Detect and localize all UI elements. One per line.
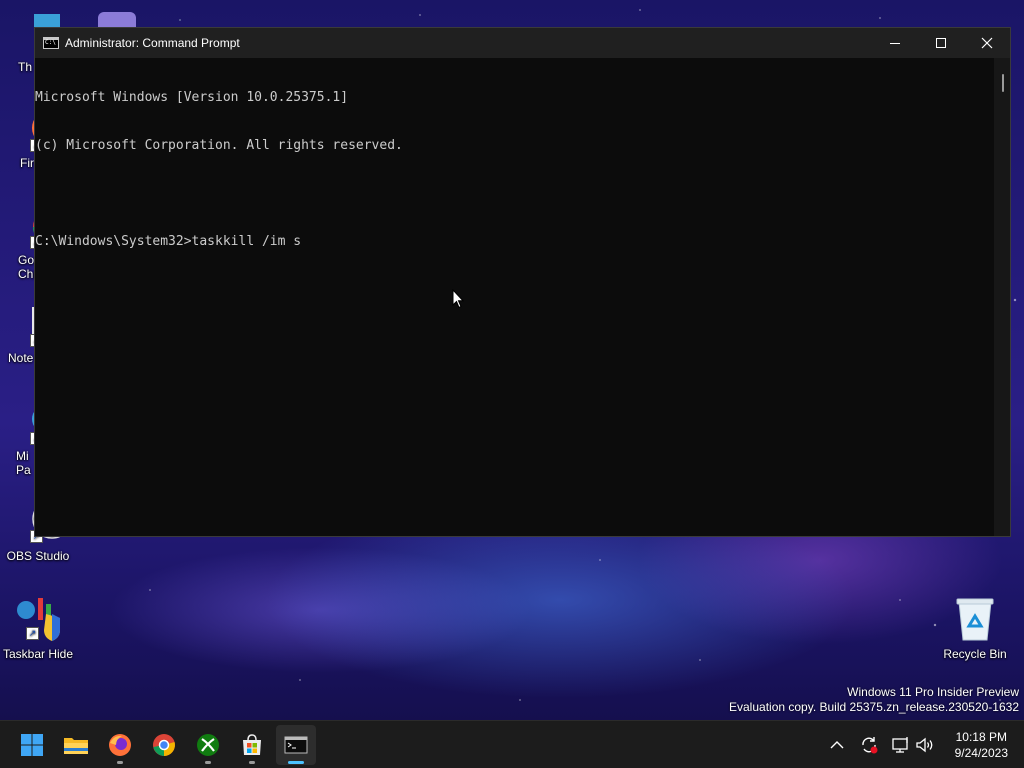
taskbar-xbox[interactable]	[188, 725, 228, 765]
taskbar-clock[interactable]: 10:18 PM 9/24/2023	[955, 729, 1008, 761]
watermark-build: Evaluation copy. Build 25375.zn_release.…	[729, 700, 1019, 714]
desktop-icon-label: Note	[8, 351, 34, 365]
taskbar-file-explorer[interactable]	[56, 725, 96, 765]
minimize-icon	[890, 43, 900, 44]
console-line: Microsoft Windows [Version 10.0.25375.1]	[35, 90, 349, 105]
window-title: Administrator: Command Prompt	[65, 36, 240, 50]
desktop-icon-label: OBS Studio	[6, 549, 70, 563]
clock-time: 10:18 PM	[955, 730, 1007, 744]
running-indicator	[249, 761, 255, 764]
taskbar-command-prompt[interactable]	[276, 725, 316, 765]
watermark-edition: Windows 11 Pro Insider Preview	[847, 685, 1019, 699]
network-icon	[892, 737, 908, 753]
active-indicator	[288, 761, 304, 764]
cmd-app-icon-text: C:\	[45, 39, 56, 46]
chevron-up-icon	[830, 741, 844, 749]
volume-icon	[916, 737, 933, 753]
windows-watermark: Windows 11 Pro Insider Preview Evaluatio…	[729, 685, 1019, 715]
taskbar: 10:18 PM 9/24/2023	[0, 720, 1024, 768]
console-output[interactable]: Microsoft Windows [Version 10.0.25375.1]…	[35, 58, 994, 536]
scrollbar-thumb[interactable]	[1002, 74, 1004, 92]
terminal-icon	[284, 736, 308, 754]
desktop-icon-label: Th	[18, 60, 33, 74]
start-button[interactable]	[12, 725, 52, 765]
tray-network-button[interactable]	[890, 734, 912, 756]
store-icon	[243, 734, 261, 755]
firefox-icon	[109, 734, 131, 756]
chrome-icon	[153, 734, 175, 756]
running-indicator	[205, 761, 211, 764]
taskbar-microsoft-store[interactable]	[232, 725, 272, 765]
running-indicator	[117, 761, 123, 764]
desktop-icon-label: Taskbar Hide	[2, 647, 74, 661]
xbox-icon	[197, 734, 219, 756]
taskbar-chrome[interactable]	[144, 725, 184, 765]
folder-icon	[64, 738, 88, 754]
desktop-icon-label: Fir	[20, 156, 34, 170]
console-scrollbar[interactable]	[994, 58, 1010, 536]
windows-start-icon	[21, 734, 43, 756]
console-prompt-line[interactable]: C:\Windows\System32>taskkill /im s	[35, 234, 994, 250]
desktop-icon-label: Recycle Bin	[943, 647, 1007, 661]
clock-date: 9/24/2023	[954, 746, 1008, 760]
tray-sync-button[interactable]	[858, 734, 880, 756]
window-titlebar[interactable]: C:\ Administrator: Command Prompt	[35, 28, 1010, 58]
desktop-icon-recycle-bin[interactable]: Recycle Bin	[937, 596, 1013, 661]
minimize-button[interactable]	[872, 28, 918, 58]
maximize-icon	[936, 38, 946, 48]
close-button[interactable]	[964, 28, 1010, 58]
desktop-icon-label: Mi Pa	[16, 449, 31, 477]
shortcut-arrow-icon: ↗	[26, 627, 39, 640]
show-hidden-icons-button[interactable]	[826, 734, 848, 756]
taskbar-hide-icon: ↗	[12, 596, 64, 642]
console-line: (c) Microsoft Corporation. All rights re…	[35, 138, 403, 153]
command-prompt-window[interactable]: C:\ Administrator: Command Prompt Micros…	[34, 27, 1011, 537]
cmd-app-icon[interactable]: C:\	[43, 37, 59, 49]
taskbar-firefox[interactable]	[100, 725, 140, 765]
desktop-icon-taskbar-hide[interactable]: ↗ Taskbar Hide	[0, 596, 76, 661]
maximize-button[interactable]	[918, 28, 964, 58]
close-icon	[981, 37, 993, 49]
tray-volume-button[interactable]	[914, 734, 936, 756]
mouse-cursor-icon	[452, 288, 465, 314]
sync-icon	[862, 737, 878, 754]
recycle-bin-icon	[953, 596, 997, 641]
